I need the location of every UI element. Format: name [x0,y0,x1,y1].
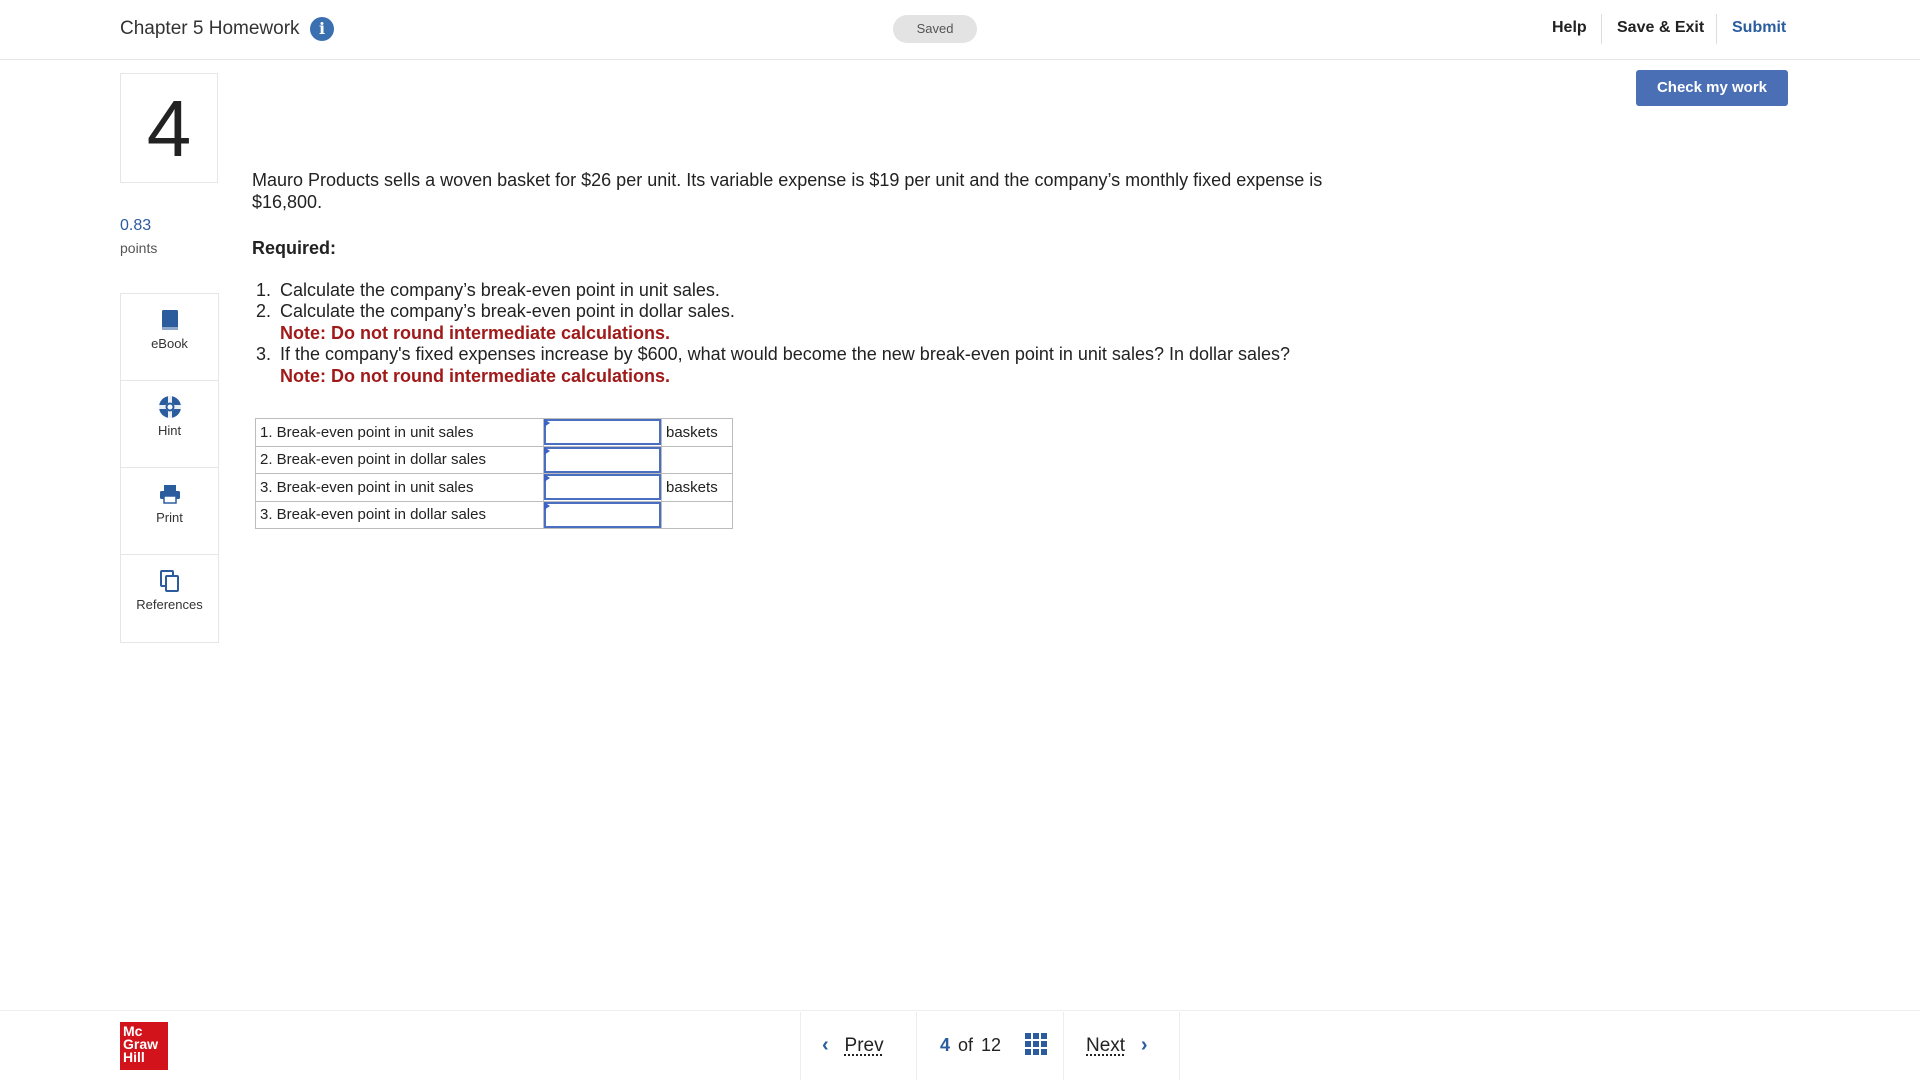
help-link[interactable]: Help [1552,19,1587,37]
requirement-number: 2. [256,301,272,321]
answer-cell [543,473,662,502]
answer-input-2-dollars[interactable] [544,446,661,473]
table-row: 3. Break-even point in dollar sales [255,500,733,529]
question-number: 4 [120,73,218,183]
flag-icon [544,501,550,510]
print-label: Print [156,510,183,525]
requirement-text: If the company's fixed expenses increase… [280,344,1291,364]
rounding-note: Note: Do not round intermediate calculat… [280,322,671,343]
question-pager: ‹ Prev 4 of 12 Next › [800,1012,1180,1080]
answer-cell [543,500,662,529]
footer-divider [0,1010,1920,1011]
prev-button[interactable]: ‹ Prev [822,1034,884,1057]
check-my-work-button[interactable]: Check my work [1636,70,1788,106]
unit-label: baskets [661,418,733,447]
table-row: 1. Break-even point in unit sales basket… [255,418,733,447]
required-heading: Required: [252,238,337,258]
print-button[interactable]: Print [121,482,218,555]
requirement-item: 1. Calculate the company’s break-even po… [256,280,1392,302]
next-button[interactable]: Next › [1086,1034,1148,1057]
page-indicator: 4 of 12 [940,1035,1001,1056]
submit-link[interactable]: Submit [1732,19,1786,37]
ebook-label: eBook [151,336,188,351]
question-tools: eBook Hint Print References [120,293,219,643]
pager-divider [916,1012,917,1080]
table-row: 3. Break-even point in unit sales basket… [255,473,733,502]
printer-icon [159,485,180,504]
table-row: 2. Break-even point in dollar sales [255,445,733,474]
row-label: 2. Break-even point in dollar sales [255,445,544,474]
info-icon[interactable]: i [310,17,334,41]
unit-label: baskets [661,473,733,502]
hint-button[interactable]: Hint [121,395,218,468]
answer-table: 1. Break-even point in unit sales basket… [255,418,733,529]
assignment-title: Chapter 5 Homework [120,18,300,39]
prev-label: Prev [844,1035,884,1056]
flag-icon [544,419,550,427]
answer-cell [543,445,662,474]
unit-label [661,445,733,474]
requirement-text: Calculate the company’s break-even point… [280,279,720,300]
flag-icon [544,474,550,482]
points-label: points [120,240,158,256]
flag-icon [544,446,550,455]
logo-line: Hill [123,1049,145,1065]
total-pages: 12 [981,1035,1002,1055]
answer-input-3-units[interactable] [544,474,661,501]
requirement-text: Calculate the company’s break-even point… [280,301,735,321]
current-page: 4 [940,1035,951,1055]
row-label: 3. Break-even point in unit sales [255,473,544,502]
chevron-right-icon: › [1140,1034,1148,1056]
question-prompt: Mauro Products sells a woven basket for … [252,170,1323,212]
pager-divider [800,1012,801,1080]
page-of: of [958,1035,974,1055]
row-label: 3. Break-even point in dollar sales [255,500,544,529]
question-body: Mauro Products sells a woven basket for … [252,170,1392,387]
requirements-list: 1. Calculate the company’s break-even po… [252,280,1392,388]
requirement-number: 3. [256,344,272,364]
grid-icon[interactable] [1025,1033,1047,1055]
requirement-item: 2. Calculate the company’s break-even po… [256,301,1392,323]
book-icon [161,310,178,330]
mcgraw-hill-logo: Mc Graw Hill [120,1022,168,1070]
lifebuoy-icon [158,396,181,418]
chevron-left-icon: ‹ [822,1034,829,1056]
header-divider [1601,14,1602,44]
pager-divider [1179,1012,1180,1080]
saved-status-badge: Saved [893,15,977,43]
answer-input-3-dollars[interactable] [544,501,661,528]
rounding-note: Note: Do not round intermediate calculat… [280,365,671,386]
points-value: 0.83 [120,217,152,234]
answer-cell [543,418,662,447]
hint-label: Hint [157,423,182,438]
unit-label [661,500,733,529]
copy-icon [159,570,179,592]
row-label: 1. Break-even point in unit sales [255,418,544,447]
requirement-item: 3. If the company's fixed expenses incre… [256,344,1392,366]
top-bar: Chapter 5 Homework i Saved Help Save & E… [0,0,1920,60]
references-button[interactable]: References [121,569,218,642]
save-exit-link[interactable]: Save & Exit [1617,19,1704,37]
requirement-number: 1. [256,279,272,300]
ebook-button[interactable]: eBook [121,308,218,381]
pager-divider [1063,1012,1064,1080]
references-label: References [136,597,203,612]
next-label: Next [1086,1035,1126,1056]
answer-input-1-units[interactable] [544,419,661,446]
header-divider [1716,14,1717,44]
